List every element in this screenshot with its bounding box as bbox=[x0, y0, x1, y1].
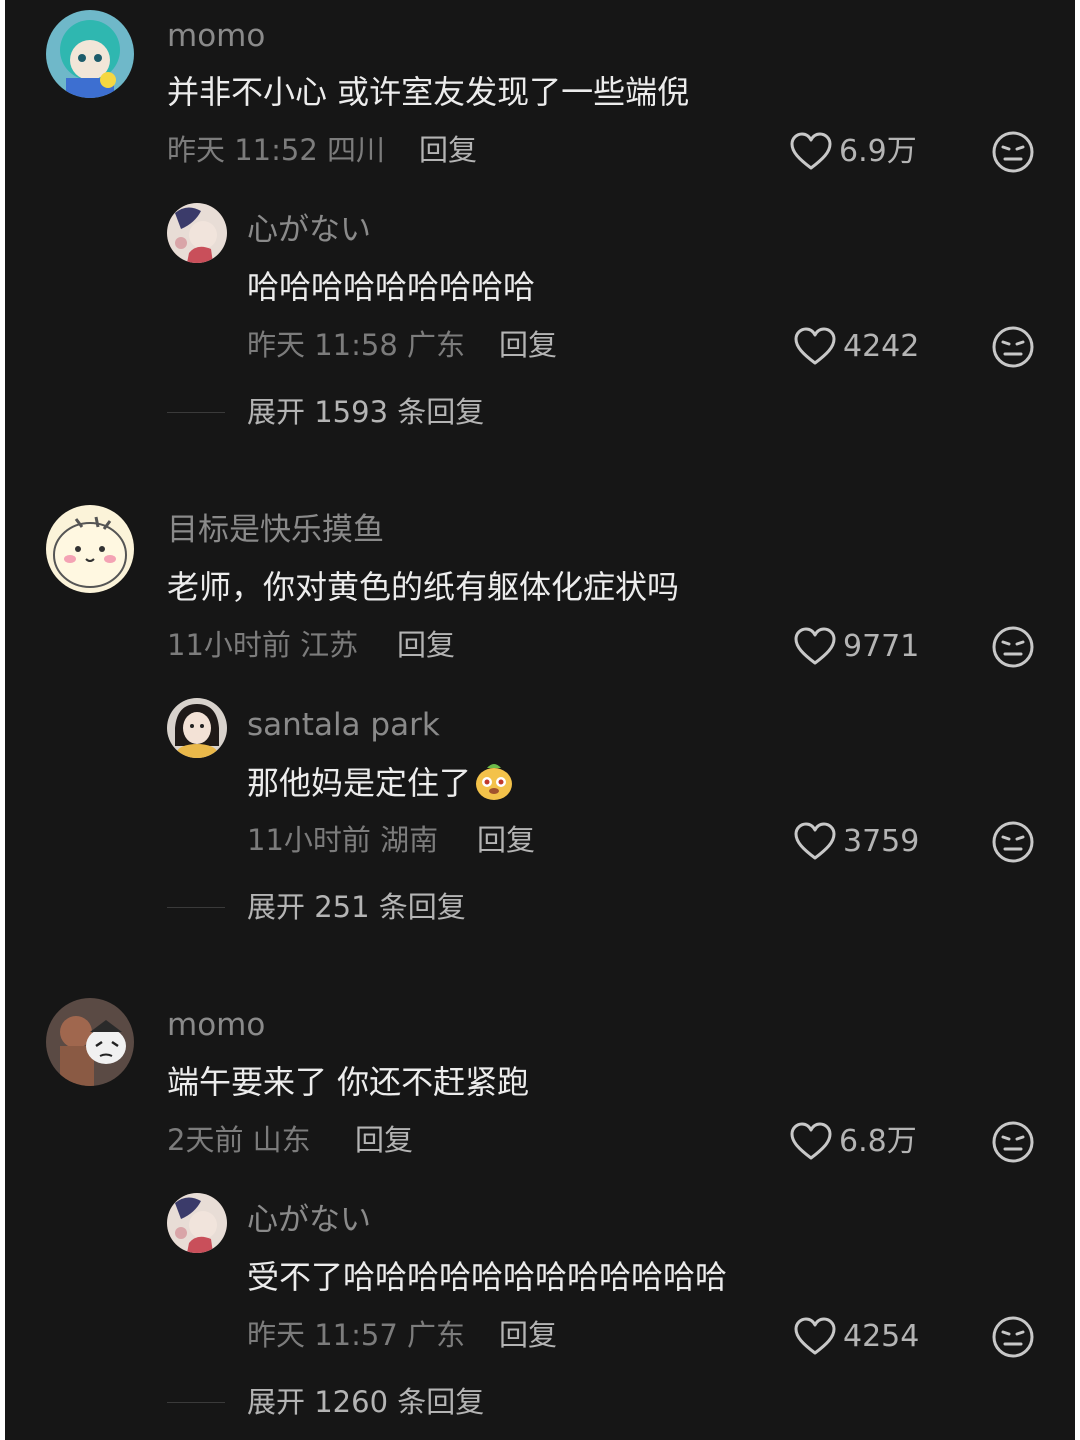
comment-meta: 11小时前 江苏 bbox=[167, 625, 358, 665]
reply-button[interactable]: 回复 bbox=[477, 820, 535, 860]
reply-avatar[interactable] bbox=[167, 203, 227, 263]
like-button[interactable]: 4254 bbox=[793, 1317, 919, 1357]
comment-location: 江苏 bbox=[300, 628, 359, 662]
comment-time: 11小时前 bbox=[167, 628, 291, 662]
comment-username[interactable]: 目标是快乐摸鱼 bbox=[167, 510, 384, 550]
like-button[interactable]: 4242 bbox=[793, 327, 919, 367]
dislike-button[interactable] bbox=[991, 625, 1035, 669]
neutral-face-icon bbox=[992, 626, 1034, 668]
divider bbox=[167, 411, 225, 413]
comment-meta: 2天前 山东 bbox=[167, 1120, 311, 1160]
reply-button[interactable]: 回复 bbox=[355, 1120, 413, 1160]
like-button[interactable]: 6.8万 bbox=[789, 1122, 917, 1162]
reply-button[interactable]: 回复 bbox=[499, 325, 557, 365]
dislike-button[interactable] bbox=[991, 1120, 1035, 1164]
reply-time: 昨天 11:58 bbox=[247, 328, 398, 362]
reply-avatar[interactable] bbox=[167, 1193, 227, 1253]
expand-replies-label: 展开 1260 条回复 bbox=[247, 1385, 485, 1419]
like-button[interactable]: 3759 bbox=[793, 822, 919, 862]
neutral-face-icon bbox=[992, 326, 1034, 368]
neutral-face-icon bbox=[992, 1316, 1034, 1358]
comment-time: 昨天 11:52 bbox=[167, 133, 318, 167]
divider bbox=[167, 1401, 225, 1403]
divider bbox=[167, 906, 225, 908]
expand-replies-label: 展开 251 条回复 bbox=[247, 890, 466, 924]
heart-outline-icon bbox=[790, 132, 832, 170]
reply-button[interactable]: 回复 bbox=[499, 1315, 557, 1355]
heart-outline-icon bbox=[790, 1122, 832, 1160]
reply-button[interactable]: 回复 bbox=[397, 625, 455, 665]
like-button[interactable]: 9771 bbox=[793, 627, 919, 667]
reply-meta: 昨天 11:57 广东 bbox=[247, 1315, 465, 1355]
expand-replies-label: 展开 1593 条回复 bbox=[247, 395, 485, 429]
cute-dog-emoji-icon bbox=[476, 764, 513, 800]
heart-outline-icon bbox=[794, 822, 836, 860]
avatar[interactable] bbox=[46, 505, 134, 593]
neutral-face-icon bbox=[992, 1121, 1034, 1163]
comment-meta: 昨天 11:52 四川 bbox=[167, 130, 385, 170]
reply-text: 哈哈哈哈哈哈哈哈哈 bbox=[247, 268, 536, 306]
reply-meta: 11小时前 湖南 bbox=[247, 820, 438, 860]
reply-location: 湖南 bbox=[380, 823, 439, 857]
reply-text: 受不了哈哈哈哈哈哈哈哈哈哈哈哈 bbox=[247, 1258, 728, 1296]
like-count: 4242 bbox=[843, 329, 920, 364]
reply-button[interactable]: 回复 bbox=[419, 130, 477, 170]
dislike-button[interactable] bbox=[991, 1315, 1035, 1359]
comment-list: momo 并非不小心 或许室友发现了一些端倪 昨天 11:52 四川 回复 6.… bbox=[5, 0, 1075, 1440]
reply-location: 广东 bbox=[407, 1318, 466, 1352]
heart-outline-icon bbox=[794, 1317, 836, 1355]
expand-replies-button[interactable]: 展开 251 条回复 bbox=[167, 887, 466, 927]
neutral-face-icon bbox=[992, 131, 1034, 173]
neutral-face-icon bbox=[992, 821, 1034, 863]
reply-avatar[interactable] bbox=[167, 698, 227, 758]
reply-time: 昨天 11:57 bbox=[247, 1318, 398, 1352]
like-count: 6.8万 bbox=[839, 1124, 917, 1159]
like-count: 9771 bbox=[843, 629, 920, 664]
dislike-button[interactable] bbox=[991, 325, 1035, 369]
comment-time: 2天前 bbox=[167, 1123, 244, 1157]
comment-text: 老师，你对黄色的纸有躯体化症状吗 bbox=[167, 568, 680, 606]
heart-outline-icon bbox=[794, 327, 836, 365]
reply-username[interactable]: 心がない bbox=[247, 210, 371, 250]
reply-meta: 昨天 11:58 广东 bbox=[247, 325, 465, 365]
avatar[interactable] bbox=[46, 998, 134, 1086]
expand-replies-button[interactable]: 展开 1593 条回复 bbox=[167, 392, 484, 432]
heart-outline-icon bbox=[794, 627, 836, 665]
dislike-button[interactable] bbox=[991, 820, 1035, 864]
comment-text: 端午要来了 你还不赶紧跑 bbox=[167, 1063, 530, 1101]
like-button[interactable]: 6.9万 bbox=[789, 132, 917, 172]
avatar[interactable] bbox=[46, 10, 134, 98]
dislike-button[interactable] bbox=[991, 130, 1035, 174]
reply-username[interactable]: 心がない bbox=[247, 1200, 371, 1240]
reply-time: 11小时前 bbox=[247, 823, 371, 857]
comment-location: 山东 bbox=[252, 1123, 311, 1157]
reply-text-content: 那他妈是定住了 bbox=[247, 764, 472, 802]
like-count: 4254 bbox=[843, 1319, 920, 1354]
comment-location: 四川 bbox=[327, 133, 386, 167]
like-count: 3759 bbox=[843, 824, 920, 859]
comment-username[interactable]: momo bbox=[167, 1005, 265, 1045]
comment-text: 并非不小心 或许室友发现了一些端倪 bbox=[167, 73, 690, 111]
comment-username[interactable]: momo bbox=[167, 16, 265, 56]
like-count: 6.9万 bbox=[839, 134, 917, 169]
reply-username[interactable]: santala park bbox=[247, 705, 440, 745]
reply-text: 那他妈是定住了 bbox=[247, 760, 515, 805]
reply-location: 广东 bbox=[407, 328, 466, 362]
expand-replies-button[interactable]: 展开 1260 条回复 bbox=[167, 1382, 484, 1422]
